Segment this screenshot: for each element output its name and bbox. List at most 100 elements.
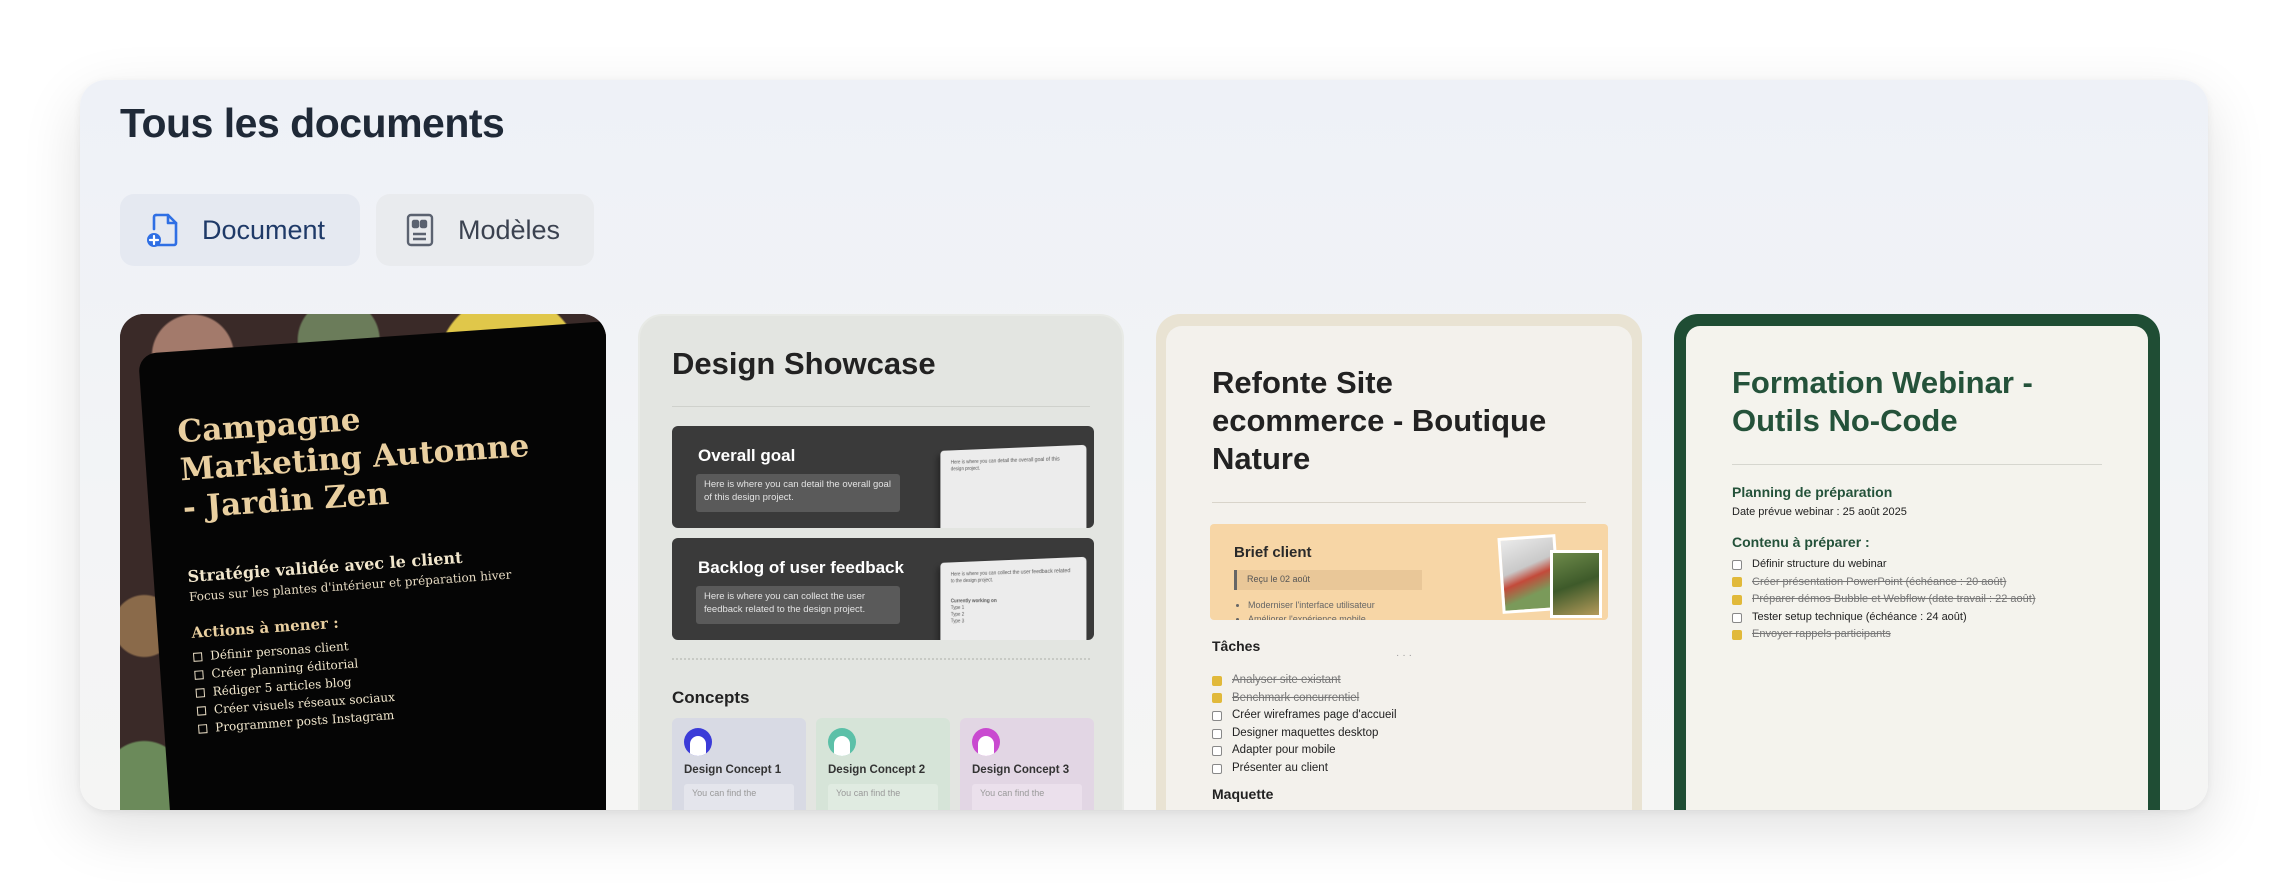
checkbox-icon	[1212, 710, 1222, 721]
thumbnail-text: Here is where you can detail the overall…	[950, 456, 1060, 473]
task-item: Préparer démos Bubble et Webflow (date t…	[1732, 591, 2036, 609]
webinar-date: Date prévue webinar : 25 août 2025	[1732, 506, 1907, 518]
divider	[1212, 502, 1586, 503]
tab-templates[interactable]: Modèles	[376, 194, 594, 266]
block-desc: Here is where you can collect the user f…	[696, 586, 900, 624]
checkbox-icon	[194, 669, 204, 680]
maquette-title: Maquette	[1212, 786, 1274, 802]
checkbox-icon	[1732, 612, 1742, 623]
tab-document-label: Document	[202, 214, 326, 245]
checkbox-icon	[1212, 746, 1222, 757]
checkbox-icon	[1732, 594, 1742, 605]
checkbox-icon	[1732, 559, 1742, 570]
feedback-block: Backlog of user feedback Here is where y…	[672, 538, 1094, 640]
block-heading: Backlog of user feedback	[698, 558, 904, 577]
task-item: Créer présentation PowerPoint (échéance …	[1732, 574, 2036, 592]
template-icon	[406, 213, 434, 247]
task-label: Envoyer rappels participants	[1752, 628, 1891, 641]
task-item: Envoyer rappels participants	[1732, 626, 2036, 644]
task-label: Préparer démos Bubble et Webflow (date t…	[1752, 593, 2036, 606]
card-title: Refonte Site ecommerce - Boutique Nature	[1212, 365, 1547, 476]
plant-photo	[1550, 550, 1602, 618]
document-preview: Refonte Site ecommerce - Boutique Nature…	[1166, 326, 1632, 810]
task-label: Designer maquettes desktop	[1232, 726, 1379, 739]
concept-snippet: You can find the	[828, 784, 938, 810]
task-item: Adapter pour mobile	[1212, 742, 1397, 760]
concept-card: Design Concept 3 You can find the	[960, 718, 1094, 810]
task-label: Présenter au client	[1232, 761, 1328, 774]
checkbox-icon	[192, 651, 203, 662]
card-title: Campagne Marketing Automne - Jardin Zen	[176, 401, 531, 527]
document-card-webinar[interactable]: Formation Webinar - Outils No-Code Plann…	[1674, 314, 2160, 810]
concept-name: Design Concept 1	[684, 764, 782, 776]
document-card-design-showcase[interactable]: Design Showcase Overall goal Here is whe…	[638, 314, 1124, 810]
avatar-icon	[684, 728, 712, 756]
task-item: Définir structure du webinar	[1732, 556, 2036, 574]
concept-card: Design Concept 1 You can find the	[672, 718, 806, 810]
screenshot-thumbnail: Here is where you can detail the overall…	[940, 444, 1087, 528]
checkbox-icon	[1212, 728, 1222, 739]
document-card-refonte-site[interactable]: Refonte Site ecommerce - Boutique Nature…	[1156, 314, 1642, 810]
checkbox-icon	[1212, 693, 1222, 704]
checkbox-icon	[1212, 763, 1222, 774]
task-label: Adapter pour mobile	[1232, 744, 1336, 757]
task-item: Analyser site existant	[1212, 672, 1397, 690]
document-card-marketing[interactable]: Campagne Marketing Automne - Jardin Zen …	[120, 314, 606, 810]
brief-quote: Reçu le 02 août	[1234, 570, 1422, 590]
screenshot-thumbnail: Here is where you can collect the user f…	[940, 556, 1087, 640]
task-label: Créer wireframes page d'accueil	[1232, 709, 1397, 722]
task-item: Designer maquettes desktop	[1212, 725, 1397, 743]
dotted-divider	[672, 658, 1090, 660]
block-heading: Overall goal	[698, 446, 796, 465]
ellipsis-icon: ···	[1396, 650, 1415, 661]
checkbox-icon	[197, 723, 208, 734]
task-label: Analyser site existant	[1232, 674, 1341, 686]
content-list: Définir structure du webinar Créer prése…	[1732, 556, 2036, 644]
task-label: Benchmark concurrentiel	[1232, 691, 1360, 704]
brief-title: Brief client	[1234, 544, 1312, 561]
concept-name: Design Concept 3	[972, 764, 1070, 776]
document-preview: Formation Webinar - Outils No-Code Plann…	[1686, 326, 2148, 810]
goal-block: Overall goal Here is where you can detai…	[672, 426, 1094, 528]
task-label: Définir structure du webinar	[1752, 558, 1887, 570]
divider	[1732, 464, 2102, 465]
brief-list: Moderniser l'interface utilisateur Améli…	[1248, 598, 1375, 620]
documents-panel: Tous les documents Document Modèles Camp…	[80, 80, 2208, 810]
page-title: Tous les documents	[120, 100, 505, 146]
section-title: Planning de préparation	[1732, 484, 1893, 500]
task-item: Benchmark concurrentiel	[1212, 690, 1397, 708]
task-item: Tester setup technique (échéance : 24 ao…	[1732, 609, 2036, 627]
section-title: Contenu à préparer :	[1732, 534, 1870, 550]
document-preview: Campagne Marketing Automne - Jardin Zen …	[138, 317, 606, 810]
thumbnail-item: Type 3	[950, 618, 965, 625]
concept-name: Design Concept 2	[828, 764, 926, 776]
task-item: Créer wireframes page d'accueil	[1212, 707, 1397, 725]
card-title: Formation Webinar - Outils No-Code	[1732, 365, 2033, 438]
concept-snippet: You can find the	[684, 784, 794, 810]
checkbox-icon	[1732, 577, 1742, 588]
block-desc: Here is where you can detail the overall…	[696, 474, 900, 512]
thumbnail-text: Here is where you can collect the user f…	[950, 567, 1071, 585]
concept-card: Design Concept 2 You can find the	[816, 718, 950, 810]
file-plus-icon	[147, 213, 178, 247]
checkbox-icon	[195, 687, 206, 698]
task-item: Présenter au client	[1212, 760, 1397, 778]
concept-snippet: You can find the	[972, 784, 1082, 810]
card-title: Design Showcase	[672, 346, 936, 381]
avatar-icon	[972, 728, 1000, 756]
checkbox-icon	[1212, 675, 1222, 686]
task-label: Tester setup technique (échéance : 24 ao…	[1752, 610, 1967, 623]
checkbox-icon	[1732, 630, 1742, 641]
avatar-icon	[828, 728, 856, 756]
divider	[672, 406, 1090, 407]
tab-document[interactable]: Document	[120, 194, 360, 266]
task-label: Créer présentation PowerPoint (échéance …	[1752, 575, 2007, 588]
concepts-title: Concepts	[672, 688, 750, 707]
tasks-list: Analyser site existant Benchmark concurr…	[1212, 672, 1397, 778]
tab-templates-label: Modèles	[458, 214, 561, 245]
list-item: Moderniser l'interface utilisateur	[1248, 598, 1375, 612]
list-item: Améliorer l'expérience mobile	[1248, 612, 1375, 620]
tasks-title: Tâches	[1212, 638, 1261, 654]
brief-callout: Brief client Reçu le 02 août Moderniser …	[1210, 524, 1608, 620]
checkbox-icon	[196, 705, 207, 716]
